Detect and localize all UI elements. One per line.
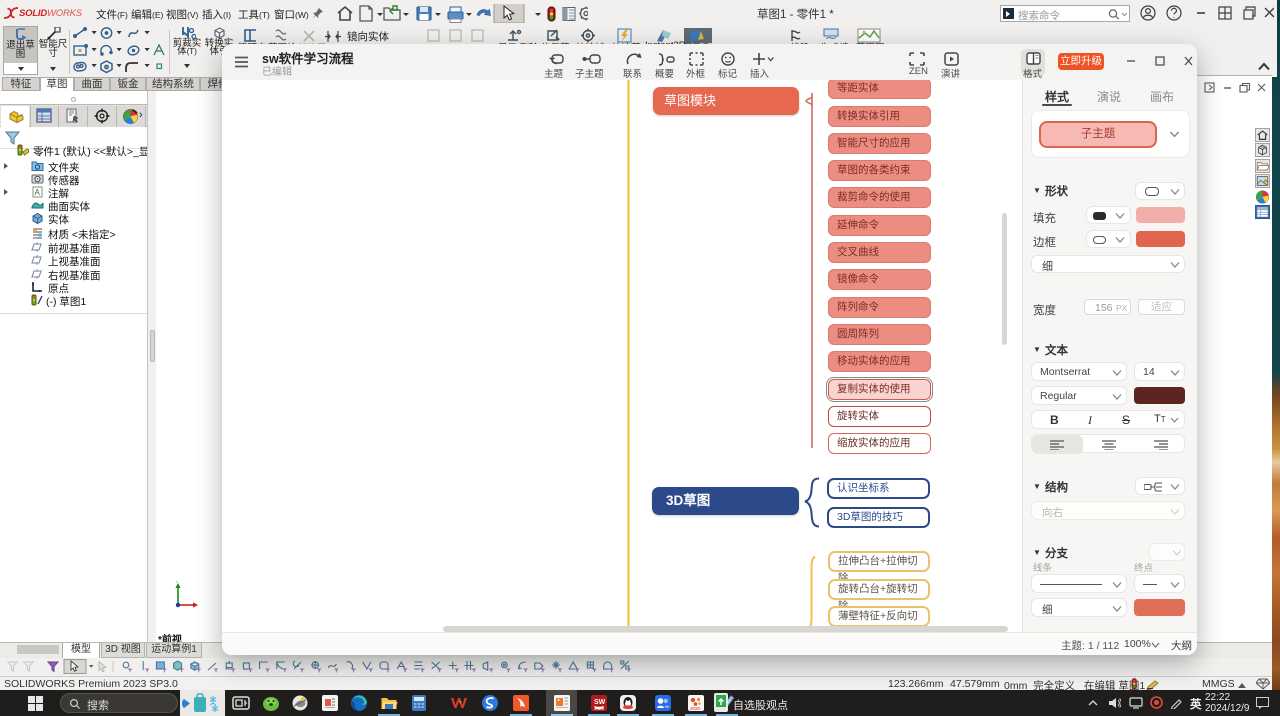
svg-text:A: A [35,188,41,197]
svg-text:2020: 2020 [690,706,701,711]
svg-text:SW: SW [594,699,606,706]
svg-text:2023: 2023 [594,706,605,711]
svg-text:镜向实体: 镜向实体 [347,30,389,43]
svg-text:Y: Y [175,581,179,585]
